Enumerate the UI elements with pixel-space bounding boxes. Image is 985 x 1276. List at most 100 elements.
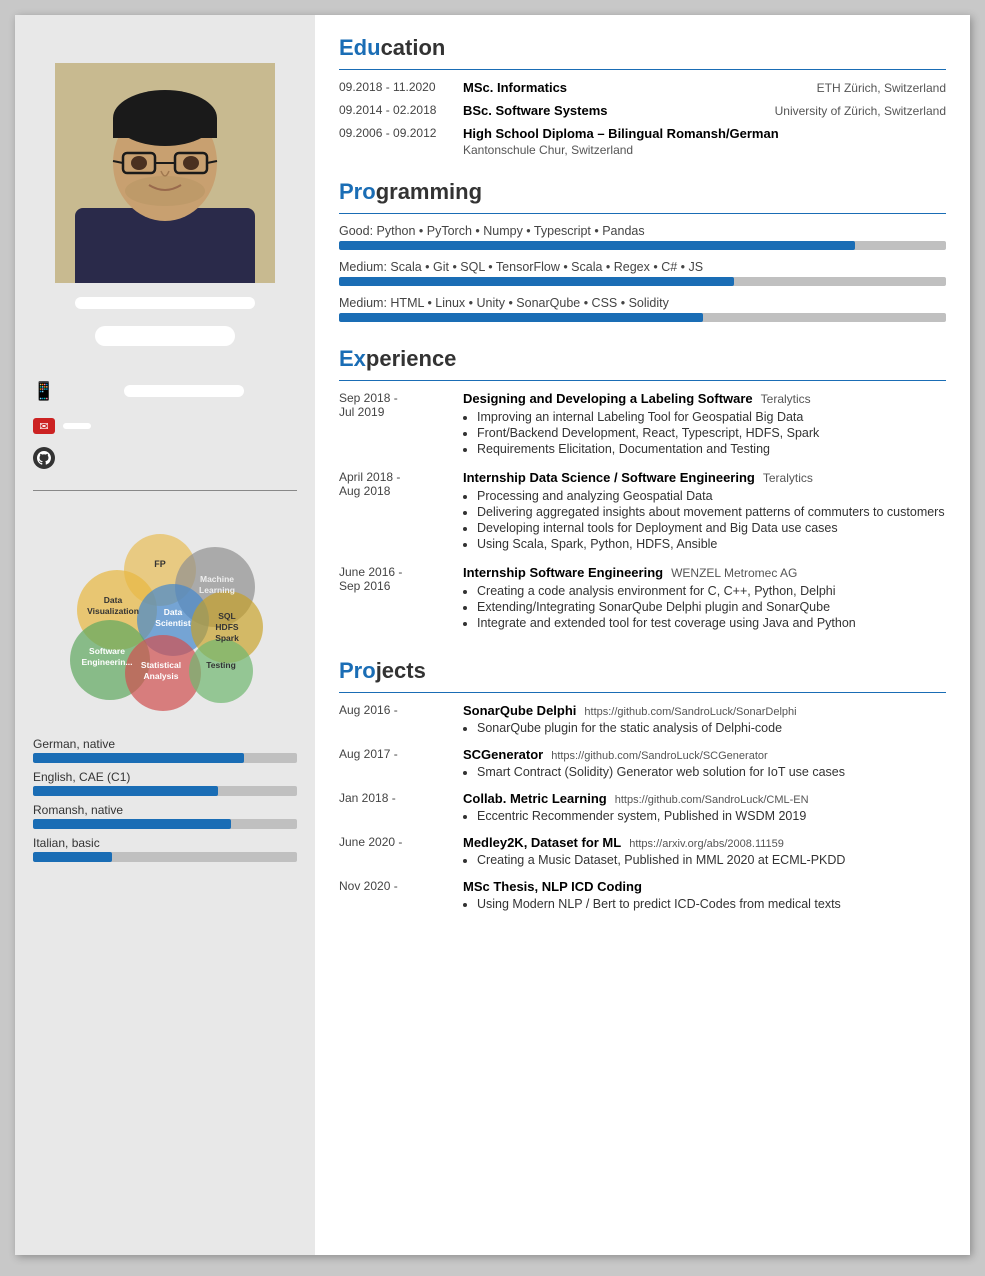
- project-bullets: Creating a Music Dataset, Published in M…: [463, 853, 946, 867]
- experience-detail: Internship Data Science / Software Engin…: [463, 470, 946, 553]
- project-entry: Nov 2020 - MSc Thesis, NLP ICD Coding Usin…: [339, 879, 946, 913]
- experience-bullet: Creating a code analysis environment for…: [477, 584, 946, 598]
- language-name: Italian, basic: [33, 836, 297, 850]
- language-bars: German, nativeEnglish, CAE (C1)Romansh, …: [33, 737, 297, 862]
- programming-title-rest: gramming: [376, 179, 482, 204]
- svg-text:Testing: Testing: [206, 660, 236, 670]
- resume-container: 📱 ✉: [15, 15, 970, 1255]
- projects-divider: [339, 692, 946, 693]
- experience-entry: April 2018 - Aug 2018Internship Data Sci…: [339, 470, 946, 553]
- experience-company: WENZEL Metromec AG: [671, 566, 797, 580]
- svg-text:Scientist: Scientist: [155, 618, 191, 628]
- education-degree: High School Diploma – Bilingual Romansh/…: [463, 126, 779, 141]
- project-bullet: Smart Contract (Solidity) Generator web …: [477, 765, 946, 779]
- education-entries: 09.2018 - 11.2020 MSc. Informatics ETH Zür…: [339, 80, 946, 157]
- experience-bullet: Extending/Integrating SonarQube Delphi p…: [477, 600, 946, 614]
- project-url[interactable]: https://github.com/SandroLuck/CML-EN: [615, 794, 809, 806]
- project-url[interactable]: https://arxiv.org/abs/2008.11159: [629, 838, 784, 850]
- project-bullets: Eccentric Recommender system, Published …: [463, 809, 946, 823]
- github-row: [33, 447, 297, 469]
- experience-title: Experience: [339, 346, 946, 372]
- experience-bullets: Improving an internal Labeling Tool for …: [463, 410, 946, 456]
- programming-row: Medium: HTML • Linux • Unity • SonarQube…: [339, 296, 946, 322]
- svg-text:Software: Software: [89, 646, 125, 656]
- programming-label: Medium: Scala • Git • SQL • TensorFlow •…: [339, 260, 946, 274]
- experience-bullet: Requirements Elicitation, Documentation …: [477, 442, 946, 456]
- phone-icon: 📱: [33, 380, 55, 402]
- svg-text:Visualization: Visualization: [87, 606, 139, 616]
- github-icon: [33, 447, 55, 469]
- education-sub: Kantonschule Chur, Switzerland: [463, 143, 946, 157]
- phone-row: 📱: [33, 380, 297, 402]
- experience-divider: [339, 380, 946, 381]
- programming-rows: Good: Python • PyTorch • Numpy • Typescr…: [339, 224, 946, 322]
- email-label: [63, 423, 91, 429]
- language-bar-bg: [33, 753, 297, 763]
- programming-bar-fill: [339, 241, 855, 250]
- experience-job-title: Internship Data Science / Software Engin…: [463, 470, 755, 485]
- address-label: [75, 297, 255, 309]
- project-detail: MSc Thesis, NLP ICD Coding Using Modern N…: [463, 879, 946, 913]
- project-date: Aug 2016 -: [339, 703, 449, 737]
- experience-section: Experience Sep 2018 - Jul 2019Designing …: [339, 346, 946, 644]
- project-date: Nov 2020 -: [339, 879, 449, 913]
- experience-title-rest: perience: [366, 346, 457, 371]
- experience-entry: Sep 2018 - Jul 2019Designing and Develop…: [339, 391, 946, 458]
- language-bar-bg: [33, 852, 297, 862]
- project-entry: June 2020 -Medley2K, Dataset for MLhttps…: [339, 835, 946, 869]
- svg-text:SQL: SQL: [218, 611, 235, 621]
- sidebar: 📱 ✉: [15, 15, 315, 1255]
- experience-bullets: Processing and analyzing Geospatial Data…: [463, 489, 946, 551]
- experience-bullet: Processing and analyzing Geospatial Data: [477, 489, 946, 503]
- education-school: ETH Zürich, Switzerland: [786, 81, 946, 95]
- programming-label: Good: Python • PyTorch • Numpy • Typescr…: [339, 224, 946, 238]
- experience-detail: Designing and Developing a Labeling Soft…: [463, 391, 946, 458]
- projects-section: Projects Aug 2016 -SonarQube Delphihttps…: [339, 658, 946, 923]
- education-date: 09.2014 - 02.2018: [339, 103, 449, 118]
- experience-job-title: Designing and Developing a Labeling Soft…: [463, 391, 753, 406]
- project-url[interactable]: https://github.com/SandroLuck/SonarDelph…: [584, 706, 796, 718]
- address-line-1: [95, 326, 235, 346]
- education-entry: 09.2006 - 09.2012 High School Diploma – B…: [339, 126, 946, 157]
- language-bar-fill: [33, 819, 231, 829]
- project-bullets: Using Modern NLP / Bert to predict ICD-C…: [463, 897, 946, 911]
- project-entry: Aug 2017 - SCGenerator https://github.com/…: [339, 747, 946, 781]
- svg-text:Analysis: Analysis: [144, 671, 179, 681]
- skills-venn-diagram: FP Machine Learning Data Visualization D…: [45, 515, 285, 715]
- experience-date: June 2016 - Sep 2016: [339, 565, 449, 632]
- svg-text:Machine: Machine: [200, 574, 234, 584]
- project-entry: Jan 2018 -Collab. Metric Learninghttps:/…: [339, 791, 946, 825]
- project-detail: Medley2K, Dataset for MLhttps://arxiv.or…: [463, 835, 946, 869]
- education-detail: BSc. Software SystemsUniversity of Züric…: [463, 103, 946, 118]
- experience-bullet: Integrate and extended tool for test cov…: [477, 616, 946, 630]
- main-content: Education 09.2018 - 11.2020 MSc. Informat…: [315, 15, 970, 1255]
- education-title: Education: [339, 35, 946, 61]
- project-name: SCGenerator: [463, 747, 543, 762]
- language-bar-bg: [33, 819, 297, 829]
- project-name: MSc Thesis, NLP ICD Coding: [463, 879, 642, 894]
- experience-bullet: Improving an internal Labeling Tool for …: [477, 410, 946, 424]
- education-date: 09.2018 - 11.2020: [339, 80, 449, 95]
- education-degree: MSc. Informatics: [463, 80, 567, 95]
- project-detail: SonarQube Delphihttps://github.com/Sandr…: [463, 703, 946, 737]
- project-date: Aug 2017 -: [339, 747, 449, 781]
- project-bullet: Creating a Music Dataset, Published in M…: [477, 853, 946, 867]
- svg-text:Data: Data: [164, 607, 183, 617]
- education-date: 09.2006 - 09.2012: [339, 126, 449, 157]
- language-bar-fill: [33, 753, 244, 763]
- svg-text:FP: FP: [154, 559, 166, 569]
- experience-company: Teralytics: [761, 392, 811, 406]
- experience-bullets: Creating a code analysis environment for…: [463, 584, 946, 630]
- language-bar-fill: [33, 852, 112, 862]
- experience-bullet: Front/Backend Development, React, Typesc…: [477, 426, 946, 440]
- language-name: English, CAE (C1): [33, 770, 297, 784]
- project-url[interactable]: https://github.com/SandroLuck/SCGenerato…: [551, 750, 767, 762]
- profile-photo: [55, 63, 275, 283]
- project-detail: SCGenerator https://github.com/SandroLuck…: [463, 747, 946, 781]
- programming-bar-bg: [339, 313, 946, 322]
- experience-company: Teralytics: [763, 471, 813, 485]
- education-entry: 09.2018 - 11.2020 MSc. Informatics ETH Zür…: [339, 80, 946, 95]
- education-divider: [339, 69, 946, 70]
- project-date: Jan 2018 -: [339, 791, 449, 825]
- venn-svg: FP Machine Learning Data Visualization D…: [45, 515, 285, 715]
